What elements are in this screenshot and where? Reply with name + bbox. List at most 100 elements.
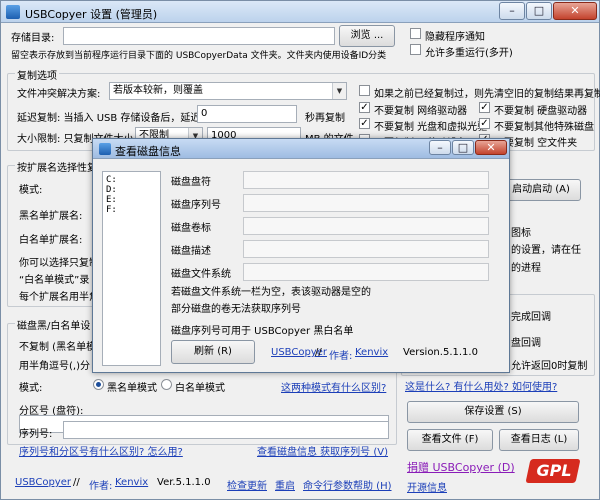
storage-input[interactable]	[63, 27, 335, 45]
right-hint-2: 的设置，请在任	[511, 245, 581, 256]
drive-list[interactable]: C: D: E: F:	[102, 171, 161, 366]
ext-note-1: 你可以选择只复制	[19, 258, 99, 269]
field-label: 磁盘盘符	[171, 177, 211, 188]
ext-mode-label: 模式:	[19, 185, 43, 196]
app-icon	[6, 5, 20, 19]
save-button[interactable]: 保存设置 (S)	[407, 401, 579, 423]
dialog-note-1: 若磁盘文件系统一栏为空，表该驱动器是空的	[171, 287, 371, 298]
serial-input[interactable]	[63, 421, 389, 439]
copy-options-title: 复制选项	[15, 67, 59, 82]
maximize-button[interactable]: □	[526, 2, 552, 20]
chevron-down-icon: ▼	[332, 83, 346, 99]
window-title: USBCopyer 设置 (管理员)	[25, 8, 158, 21]
callback-opt-3: 允许返回0时复制	[511, 361, 588, 372]
field-label: 磁盘序列号	[171, 200, 221, 211]
description-field	[243, 240, 489, 258]
disk-info-dialog: 查看磁盘信息 – □ ✕ C: D: E: F: 磁盘盘符 磁盘序列号 磁盘卷标…	[92, 138, 510, 373]
disk-sep-hint: 用半角逗号(,)分	[19, 361, 90, 372]
serial-field	[243, 194, 489, 212]
no-copy-net-checkbox[interactable]: ✓	[359, 102, 370, 113]
dialog-version: Version.5.1.1.0	[403, 347, 478, 358]
open-source-link[interactable]: 开源信息	[407, 479, 447, 494]
ext-black-label: 黑名单扩展名:	[19, 211, 83, 222]
title-bar: USBCopyer 设置 (管理员) – □ ✕	[1, 1, 599, 23]
ext-white-label: 白名单扩展名:	[19, 235, 83, 246]
dialog-note-3: 磁盘序列号可用于 USBCopyer 黑白名单	[171, 326, 354, 337]
dialog-author-link[interactable]: Kenvix	[355, 347, 388, 358]
drive-item[interactable]: F:	[106, 205, 157, 215]
serial-diff-link[interactable]: 序列号和分区号有什么区别? 怎么用?	[19, 443, 183, 458]
ext-note-2: “白名单模式”录	[19, 275, 90, 286]
drive-item[interactable]: D:	[106, 185, 157, 195]
conflict-select[interactable]: 若版本较新，则覆盖 ▼	[109, 82, 347, 100]
disk-list-title: 磁盘黑/白名单设	[15, 317, 93, 332]
no-copy-other-label: 不要复制其他特殊磁盘	[494, 122, 594, 133]
dialog-title-bar: 查看磁盘信息 – □ ✕	[93, 139, 509, 159]
footer-app-link[interactable]: USBCopyer	[15, 477, 71, 488]
view-files-button[interactable]: 查看文件 (F)	[407, 429, 493, 451]
watermark-text: GPL	[536, 461, 572, 480]
no-copy-optical-checkbox[interactable]: ✓	[359, 118, 370, 129]
delay-label: 延迟复制: 当插入 USB 存储设备后，延迟	[17, 113, 201, 124]
minimize-button[interactable]: –	[499, 2, 525, 20]
filesystem-field	[243, 263, 489, 281]
view-disk-info-link[interactable]: 查看磁盘信息 获取序列号 (V)	[257, 443, 388, 458]
close-button[interactable]: ✕	[553, 2, 597, 20]
storage-hint: 留空表示存放到当前程序运行目录下面的 USBCopyerData 文件夹。文件夹…	[11, 51, 387, 61]
cmd-help-link[interactable]: 命令行参数帮助 (H)	[303, 477, 392, 492]
restart-link[interactable]: 重启	[275, 477, 295, 492]
startup-button[interactable]: 启动启动 (A)	[501, 179, 581, 201]
allow-multi-label: 允许多重运行(多开)	[425, 48, 513, 59]
drive-item[interactable]: C:	[106, 175, 157, 185]
callback-opt-1: 完成回调	[511, 312, 551, 323]
volume-label-field	[243, 217, 489, 235]
footer-version: Ver.5.1.1.0	[157, 477, 211, 488]
hide-notify-checkbox[interactable]	[410, 28, 421, 39]
dialog-note-2: 部分磁盘的卷无法获取序列号	[171, 304, 301, 315]
field-label: 磁盘卷标	[171, 223, 211, 234]
ext-note-3: 每个扩展名用半角	[19, 292, 99, 303]
dialog-maximize-button[interactable]: □	[452, 140, 474, 155]
delay-input[interactable]: 0	[197, 105, 297, 123]
no-copy-net-label: 不要复制 网络驱动器	[374, 106, 468, 117]
field-label: 磁盘文件系统	[171, 269, 231, 280]
disk-mode-label: 模式:	[19, 383, 43, 394]
dialog-sep: //	[315, 347, 322, 358]
field-label: 磁盘描述	[171, 246, 211, 257]
disk-no-copy-label: 不复制 (黑名单模	[19, 342, 97, 353]
dialog-minimize-button[interactable]: –	[429, 140, 451, 155]
drive-item[interactable]: E:	[106, 195, 157, 205]
dialog-icon	[99, 143, 111, 155]
allow-multi-checkbox[interactable]	[410, 44, 421, 55]
footer-sep: //	[73, 477, 80, 488]
footer-author-link[interactable]: Kenvix	[115, 477, 148, 488]
callback-opt-2: 盘回调	[511, 338, 541, 349]
drive-letter-field	[243, 171, 489, 189]
no-copy-hdd-checkbox[interactable]: ✓	[479, 102, 490, 113]
donate-link[interactable]: 捐赠 USBCopyer (D)	[407, 459, 515, 475]
skip-copied-label: 如果之前已经复制过，则先清空旧的复制结果再复制	[374, 89, 600, 100]
no-copy-optical-label: 不要复制 光盘和虚拟光驱	[374, 122, 488, 133]
dialog-close-button[interactable]: ✕	[475, 140, 507, 155]
check-update-link[interactable]: 检查更新	[227, 477, 267, 492]
dialog-title: 查看磁盘信息	[115, 145, 181, 158]
browse-button[interactable]: 浏览 ...	[339, 25, 395, 47]
right-hint-3: 的进程	[511, 263, 541, 274]
dialog-author-prefix: 作者:	[329, 351, 353, 362]
what-is-link[interactable]: 这是什么? 有什么用处? 如何使用?	[405, 378, 557, 393]
no-copy-hdd-label: 不要复制 硬盘驱动器	[494, 106, 588, 117]
delay-unit: 秒再复制	[305, 113, 345, 124]
watermark-logo: GPL	[518, 455, 588, 487]
refresh-button[interactable]: 刷新 (R)	[171, 340, 255, 364]
no-copy-other-checkbox[interactable]: ✓	[479, 118, 490, 129]
ext-title: 按扩展名选择性复	[15, 159, 99, 174]
black-mode-label: 黑名单模式	[107, 383, 157, 394]
skip-copied-checkbox[interactable]	[359, 85, 370, 96]
white-mode-radio[interactable]	[161, 379, 172, 390]
black-mode-radio[interactable]	[93, 379, 104, 390]
serial-label: 序列号:	[19, 429, 53, 440]
view-log-button[interactable]: 查看日志 (L)	[499, 429, 579, 451]
white-mode-label: 白名单模式	[175, 383, 225, 394]
conflict-label: 文件冲突解决方案:	[17, 89, 101, 100]
mode-diff-link[interactable]: 这两种模式有什么区别?	[281, 379, 386, 394]
